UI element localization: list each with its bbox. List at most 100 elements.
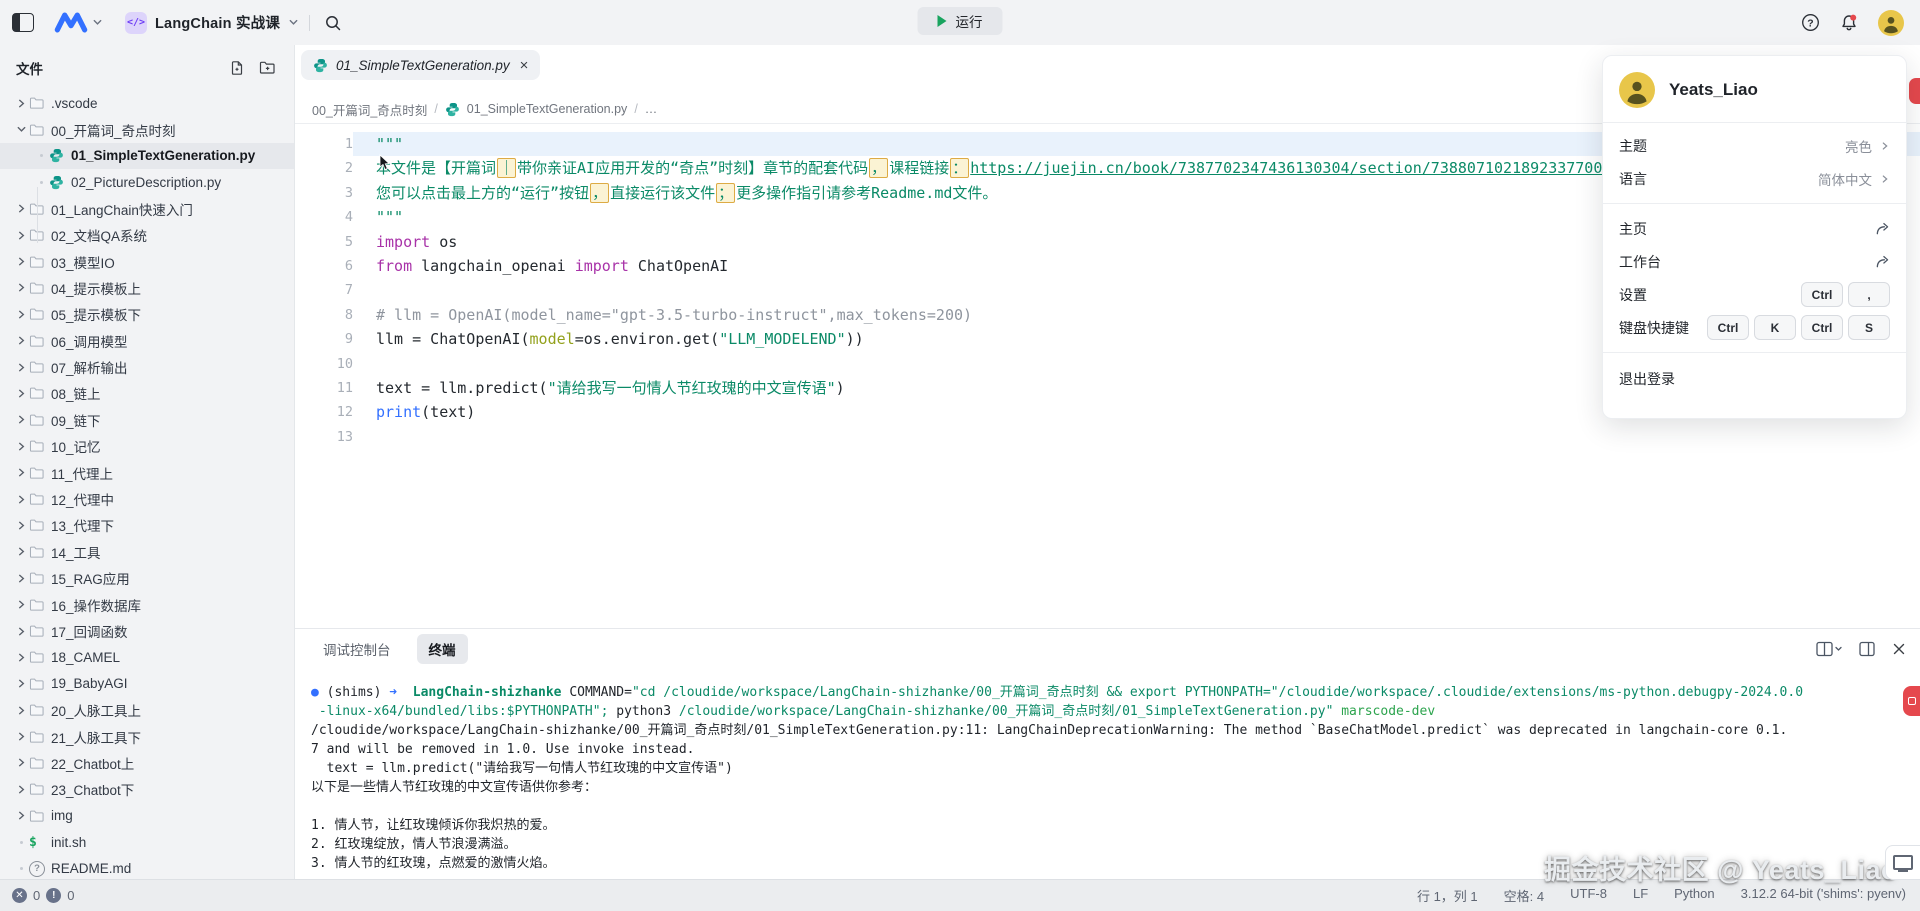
python-file-icon: [445, 102, 460, 117]
notifications-bell-icon[interactable]: [1839, 13, 1859, 33]
breadcrumb-folder[interactable]: 00_开篇词_奇点时刻: [312, 100, 427, 119]
keycap: K: [1754, 315, 1796, 340]
folder-icon: [29, 466, 50, 480]
close-icon[interactable]: ×: [520, 58, 529, 73]
problems-indicator[interactable]: ✕0!0: [12, 888, 74, 903]
breadcrumb-file[interactable]: 01_SimpleTextGeneration.py: [467, 102, 628, 116]
tree-item[interactable]: 10_记忆: [0, 433, 294, 459]
tree-item[interactable]: 17_回调函数: [0, 618, 294, 644]
breadcrumb-more[interactable]: …: [645, 102, 658, 116]
status-item[interactable]: Python: [1674, 886, 1714, 905]
menu-item-logout[interactable]: 退出登录: [1603, 362, 1906, 395]
file-dot: [14, 867, 29, 870]
folder-icon: [29, 518, 50, 532]
file-name: img: [51, 808, 73, 823]
avatar[interactable]: [1878, 10, 1904, 36]
tree-item[interactable]: 04_提示模板上: [0, 275, 294, 301]
chevron-right-icon: [14, 810, 29, 821]
folder-icon: [29, 598, 50, 612]
status-item[interactable]: UTF-8: [1570, 886, 1607, 905]
folder-icon: [29, 703, 50, 717]
folder-icon: [29, 650, 50, 664]
chevron-right-icon: [14, 388, 29, 399]
tab-terminal[interactable]: 终端: [417, 634, 468, 664]
tree-item[interactable]: 14_工具: [0, 539, 294, 565]
tree-item[interactable]: 12_代理中: [0, 486, 294, 512]
tree-item[interactable]: img: [0, 803, 294, 829]
tree-item[interactable]: ?README.md: [0, 855, 294, 880]
help-icon[interactable]: ?: [1801, 13, 1820, 32]
menu-item-workbench[interactable]: 工作台: [1603, 245, 1906, 278]
file-name: 23_Chatbot下: [51, 779, 134, 799]
tree-item[interactable]: 03_模型IO: [0, 248, 294, 274]
chevron-right-icon: [14, 441, 29, 452]
tree-item[interactable]: 07_解析输出: [0, 354, 294, 380]
project-name[interactable]: LangChain 实战课: [155, 12, 280, 33]
floating-red-badge-icon[interactable]: [1903, 686, 1920, 716]
close-panel-icon[interactable]: [1892, 642, 1906, 656]
tree-item[interactable]: 06_调用模型: [0, 328, 294, 354]
status-item[interactable]: 行 1，列 1: [1417, 886, 1478, 905]
tree-item[interactable]: 23_Chatbot下: [0, 776, 294, 802]
external-link-icon: [1875, 254, 1890, 269]
split-terminal-icon[interactable]: [1816, 641, 1842, 657]
chevron-right-icon: [14, 705, 29, 716]
tree-item[interactable]: 02_文档QA系统: [0, 222, 294, 248]
file-name: 19_BabyAGI: [51, 676, 128, 691]
menu-item-home[interactable]: 主页: [1603, 212, 1906, 245]
tree-item[interactable]: 09_链下: [0, 407, 294, 433]
tree-item[interactable]: 13_代理下: [0, 512, 294, 538]
line-number: 4: [295, 205, 353, 229]
tree-item[interactable]: 20_人脉工具上: [0, 697, 294, 723]
run-button[interactable]: 运行: [918, 7, 1003, 35]
tree-item[interactable]: 00_开篇词_奇点时刻: [0, 116, 294, 142]
folder-icon: [29, 809, 50, 823]
file-name: init.sh: [51, 835, 86, 850]
floating-badge-icon[interactable]: [1909, 78, 1920, 104]
file-name: 09_链下: [51, 410, 101, 430]
sidebar-toggle-icon[interactable]: [12, 13, 34, 32]
chevron-right-icon: [14, 335, 29, 346]
maximize-panel-icon[interactable]: [1859, 641, 1875, 657]
tree-item[interactable]: 01_LangChain快速入门: [0, 196, 294, 222]
chevron-down-icon[interactable]: [288, 17, 299, 28]
chevron-right-icon: [14, 573, 29, 584]
tree-item[interactable]: 18_CAMEL: [0, 644, 294, 670]
chevron-right-icon: [14, 520, 29, 531]
tree-item[interactable]: 21_人脉工具下: [0, 723, 294, 749]
terminal-line: /cloudide/workspace/LangChain-shizhanke/…: [311, 721, 1920, 740]
tree-item[interactable]: 15_RAG应用: [0, 565, 294, 591]
tab-debug-console[interactable]: 调试控制台: [311, 634, 403, 664]
folder-icon: [29, 492, 50, 506]
marscode-logo[interactable]: [54, 12, 103, 33]
remote-desktop-icon[interactable]: [1885, 845, 1920, 880]
file-name: 11_代理上: [51, 463, 113, 483]
tree-item[interactable]: 02_PictureDescription.py: [0, 169, 294, 195]
tree-item[interactable]: 01_SimpleTextGeneration.py: [0, 143, 294, 169]
tree-item[interactable]: $init.sh: [0, 829, 294, 855]
tree-item[interactable]: 05_提示模板下: [0, 301, 294, 327]
new-file-icon[interactable]: [229, 60, 245, 76]
logo-m-icon: [54, 12, 88, 33]
status-item[interactable]: LF: [1633, 886, 1648, 905]
menu-item-theme[interactable]: 主题 亮色: [1603, 129, 1906, 162]
tree-item[interactable]: 19_BabyAGI: [0, 671, 294, 697]
editor-tab[interactable]: 01_SimpleTextGeneration.py ×: [301, 50, 540, 80]
tree-item[interactable]: 16_操作数据库: [0, 591, 294, 617]
indent-guide: [37, 187, 38, 243]
tree-item[interactable]: .vscode: [0, 90, 294, 116]
search-icon[interactable]: [324, 14, 342, 32]
tree-item[interactable]: 08_链上: [0, 380, 294, 406]
file-dot: [34, 154, 49, 157]
status-item[interactable]: 3.12.2 64-bit ('shims': pyenv): [1741, 886, 1906, 905]
new-folder-icon[interactable]: [259, 60, 276, 76]
status-item[interactable]: 空格: 4: [1504, 886, 1544, 905]
menu-item-settings[interactable]: 设置 Ctrl,: [1603, 278, 1906, 311]
menu-item-language[interactable]: 语言 简体中文: [1603, 162, 1906, 195]
tree-item[interactable]: 11_代理上: [0, 459, 294, 485]
menu-item-shortcuts[interactable]: 键盘快捷键 CtrlKCtrlS: [1603, 311, 1906, 344]
avatar: [1619, 72, 1655, 108]
code-line: 13: [295, 425, 1920, 449]
file-name: 18_CAMEL: [51, 650, 120, 665]
tree-item[interactable]: 22_Chatbot上: [0, 750, 294, 776]
